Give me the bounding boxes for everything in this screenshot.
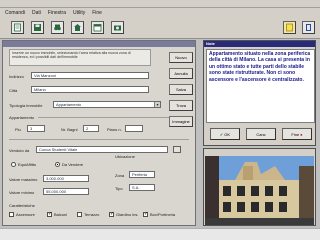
- camera-icon: [114, 25, 121, 31]
- valore-massimo-label: Valore massimo: [9, 177, 38, 182]
- box-checkbox[interactable]: ✓: [143, 212, 148, 217]
- tipologia-value: Appartamento: [56, 102, 82, 107]
- menu-dati[interactable]: Dati: [32, 10, 41, 16]
- calendar-icon: [93, 24, 102, 32]
- house-icon: [74, 24, 81, 31]
- menu-finestra[interactable]: Finestra: [48, 10, 66, 16]
- note-button[interactable]: [283, 21, 296, 34]
- tipo-label: Tipo: [115, 186, 123, 191]
- save-icon: [34, 24, 41, 31]
- equiaffitto-label: EquiAffitto: [18, 162, 37, 167]
- note-textarea[interactable]: Appartamento situato nella zona periferi…: [206, 49, 315, 123]
- info-text: Inserire un nuovo immobile, selezionando…: [9, 49, 151, 66]
- note-cancel-label: Canc: [256, 131, 266, 137]
- binoculars-icon: [54, 24, 61, 31]
- equiaffitto-radio[interactable]: [11, 162, 16, 167]
- property-form-window: Inserire un nuovo immobile, selezionando…: [2, 40, 196, 226]
- note-title: Note: [204, 41, 315, 47]
- da-vendere-radio[interactable]: [55, 162, 60, 167]
- citta-label: Città: [9, 88, 18, 93]
- n-bagni-field[interactable]: 2: [83, 125, 99, 132]
- venduto-label: Venduto da: [9, 148, 30, 153]
- note-icon: [286, 23, 293, 32]
- toolbar: [0, 18, 320, 39]
- piano-field[interactable]: [125, 125, 143, 132]
- terrazzo-label: Terrazzo: [84, 212, 100, 217]
- section-divider: [38, 117, 188, 118]
- property-photo: [205, 156, 314, 225]
- note-ok-label: OK: [224, 131, 231, 137]
- stop-icon: ●: [300, 131, 303, 137]
- venduto-field[interactable]: Conca Studenti Vitale: [36, 146, 168, 153]
- note-ok-button[interactable]: ✔ OK: [210, 128, 240, 140]
- menu-fine[interactable]: Fine: [92, 10, 102, 16]
- annulla-button[interactable]: Annulla: [169, 68, 193, 79]
- menu-comandi[interactable]: Comandi: [5, 10, 25, 16]
- exit-icon: [306, 24, 311, 31]
- terrazzo-checkbox[interactable]: [77, 212, 82, 217]
- piano-label: Piano n.: [107, 127, 122, 132]
- section-divider: [9, 139, 189, 140]
- zona-label: Zona: [115, 173, 125, 178]
- menu-bar: Comandi Dati Finestra Utility Fine: [0, 8, 320, 18]
- indirizzo-label: Indirizzo: [9, 74, 24, 79]
- exit-button[interactable]: [302, 21, 315, 34]
- venduto-picker-button[interactable]: [173, 146, 181, 153]
- note-cancel-button[interactable]: Canc: [246, 128, 276, 140]
- menu-utility[interactable]: Utility: [73, 10, 85, 16]
- n-bagni-label: Nr. Bagni: [61, 127, 78, 132]
- valore-minimo-label: Valore minimo: [9, 190, 35, 195]
- photo-button[interactable]: [111, 21, 124, 34]
- document-icon: [14, 23, 21, 32]
- application-screen: Comandi Dati Finestra Utility Fine Inser…: [0, 0, 320, 240]
- piu-field[interactable]: 3: [27, 125, 45, 132]
- ascensore-label: Ascensore: [16, 212, 35, 217]
- form-title-bar: [3, 41, 195, 47]
- salva-button[interactable]: Salva: [169, 84, 193, 95]
- save-button[interactable]: [31, 21, 44, 34]
- appartamento-section-label: Appartamento: [9, 115, 35, 120]
- new-document-button[interactable]: [11, 21, 24, 34]
- ascensore-checkbox[interactable]: [9, 212, 14, 217]
- zona-field[interactable]: Periferia: [129, 171, 155, 178]
- check-icon: ✔: [219, 131, 224, 137]
- property-button[interactable]: [71, 21, 84, 34]
- giardino-label: Giardino ins.: [116, 212, 139, 217]
- tipologia-select[interactable]: Appartamento ▾: [53, 101, 161, 108]
- trova-button[interactable]: Trova: [169, 100, 193, 111]
- immagine-button[interactable]: Immagine: [169, 116, 193, 127]
- photo-window: [203, 148, 316, 226]
- balconi-checkbox[interactable]: ✓: [47, 212, 52, 217]
- search-button[interactable]: [51, 21, 64, 34]
- valore-massimo-field[interactable]: 3.000.000: [43, 175, 89, 182]
- ubicazione-label: Ubicazione: [115, 154, 135, 159]
- valore-minimo-field[interactable]: 55.000.000: [43, 188, 89, 195]
- giardino-checkbox[interactable]: ✓: [109, 212, 114, 217]
- box-label: Box/Portineria: [150, 212, 176, 217]
- chevron-down-icon[interactable]: ▾: [154, 102, 160, 107]
- status-bar: [0, 228, 320, 240]
- app-title-bar: [0, 0, 320, 8]
- caratteristiche-label: Caratteristiche: [9, 203, 35, 208]
- calendar-button[interactable]: [91, 21, 104, 34]
- note-fine-label: Fine: [291, 131, 300, 137]
- indirizzo-field[interactable]: Via Manzoni: [31, 72, 149, 79]
- da-vendere-label: Da Vendere: [62, 162, 84, 167]
- citta-field[interactable]: Milano: [31, 86, 149, 93]
- note-window: Note Appartamento situato nella zona per…: [203, 40, 316, 146]
- tipologia-label: Tipologia Immobile: [9, 103, 43, 108]
- nuovo-button[interactable]: Nuovo: [169, 52, 193, 63]
- note-fine-button[interactable]: Fine ●: [282, 128, 312, 140]
- balconi-label: Balconi: [54, 212, 68, 217]
- piu-label: Piu: [15, 127, 21, 132]
- tipo-field[interactable]: S.A.: [129, 184, 155, 191]
